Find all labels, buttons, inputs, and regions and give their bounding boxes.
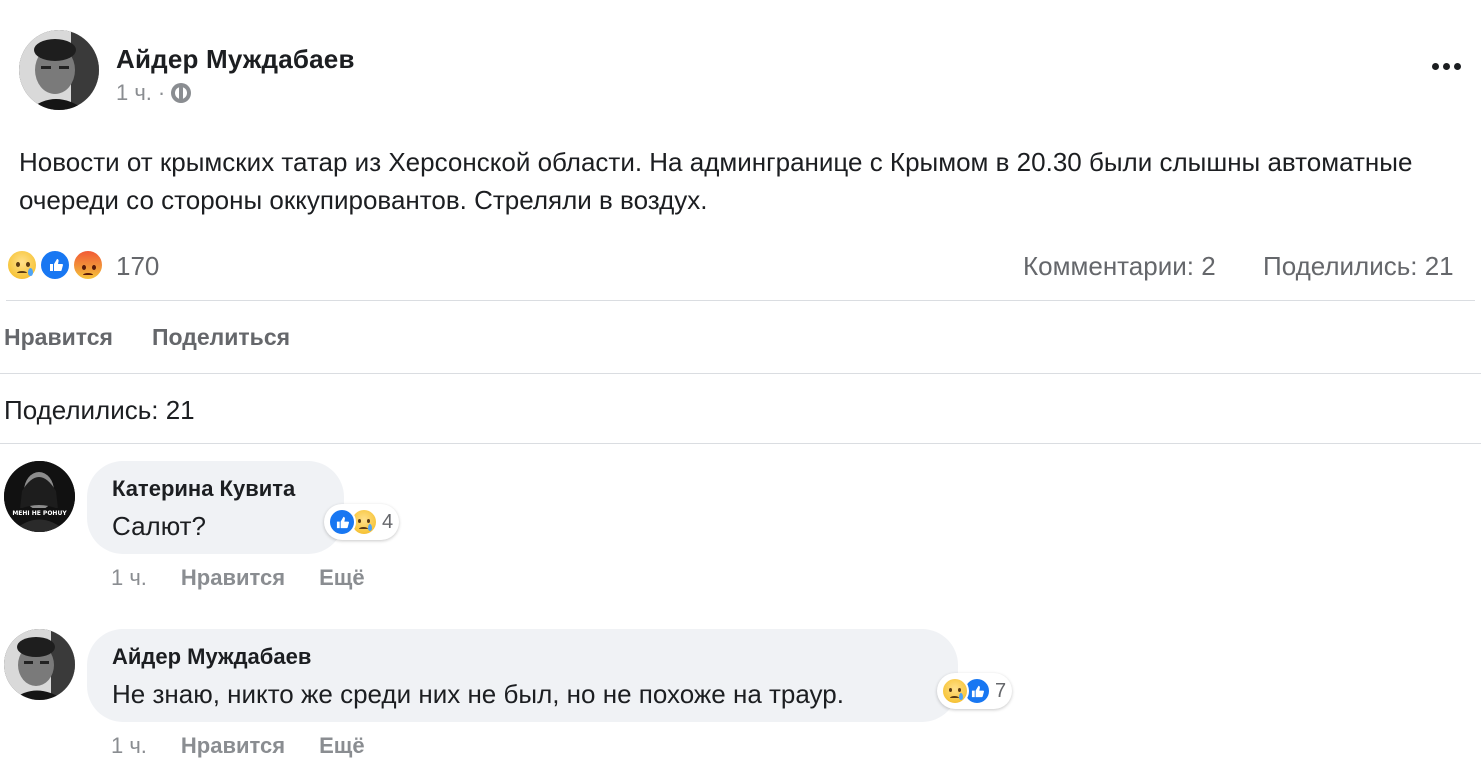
meta-separator: · [157, 80, 166, 105]
comment-author-name[interactable]: Айдер Муждабаев [112, 644, 311, 670]
comment-reactions-count: 4 [382, 510, 394, 533]
comment-actions: 1 ч. Нравится Ещё [111, 565, 399, 591]
shares-section-label[interactable]: Поделились: 21 [4, 395, 195, 426]
reactions-count[interactable]: 170 [116, 251, 159, 282]
post-text: Новости от крымских татар из Херсонской … [19, 147, 1413, 215]
comment-text: Не знаю, никто же среди них не был, но н… [112, 679, 844, 709]
like-button[interactable]: Нравится [4, 324, 113, 351]
divider [6, 300, 1475, 301]
like-reaction-icon [328, 508, 356, 536]
divider [0, 443, 1481, 444]
like-reaction-icon [39, 249, 71, 281]
comment-actions: 1 ч. Нравится Ещё [111, 733, 399, 759]
sad-reaction-icon [941, 677, 969, 705]
more-dots-icon[interactable] [1432, 63, 1461, 70]
shares-count-link[interactable]: Поделились: 21 [1263, 251, 1454, 282]
post-author-avatar[interactable] [19, 30, 99, 110]
comment-reactions[interactable]: 7 [937, 673, 1013, 709]
comment-author-avatar[interactable]: МЕНІ НЕ POHUY [4, 461, 75, 532]
comment-like-button[interactable]: Нравится [181, 733, 285, 759]
comment-like-button[interactable]: Нравится [181, 565, 285, 591]
comment-bubble: Айдер Муждабаев Не знаю, никто же среди … [87, 629, 958, 722]
comment-author-avatar[interactable] [4, 629, 75, 700]
share-button[interactable]: Поделиться [152, 324, 290, 351]
globe-icon [171, 83, 192, 103]
comment-time[interactable]: 1 ч. [111, 733, 147, 759]
comment-more-button[interactable]: Ещё [319, 565, 364, 591]
comment-time[interactable]: 1 ч. [111, 565, 147, 591]
post-author-name[interactable]: Айдер Муждабаев [116, 44, 355, 75]
comments-count-link[interactable]: Комментарии: 2 [1023, 251, 1216, 282]
reaction-icons[interactable] [6, 249, 106, 283]
comment-reactions[interactable]: 4 [324, 504, 400, 540]
angry-reaction-icon [72, 249, 104, 281]
comment-reactions-count: 7 [995, 679, 1007, 702]
comment-text: Салют? [112, 511, 206, 541]
comment-more-button[interactable]: Ещё [319, 733, 364, 759]
comment-bubble: Катерина Кувита Салют? [87, 461, 344, 554]
comment-author-name[interactable]: Катерина Кувита [112, 476, 295, 502]
avatar-caption: МЕНІ НЕ POHUY [12, 510, 67, 517]
post-time[interactable]: 1 ч. [116, 80, 152, 106]
post-meta: 1 ч. · [116, 80, 192, 106]
sad-reaction-icon [6, 249, 38, 281]
divider [0, 373, 1481, 374]
